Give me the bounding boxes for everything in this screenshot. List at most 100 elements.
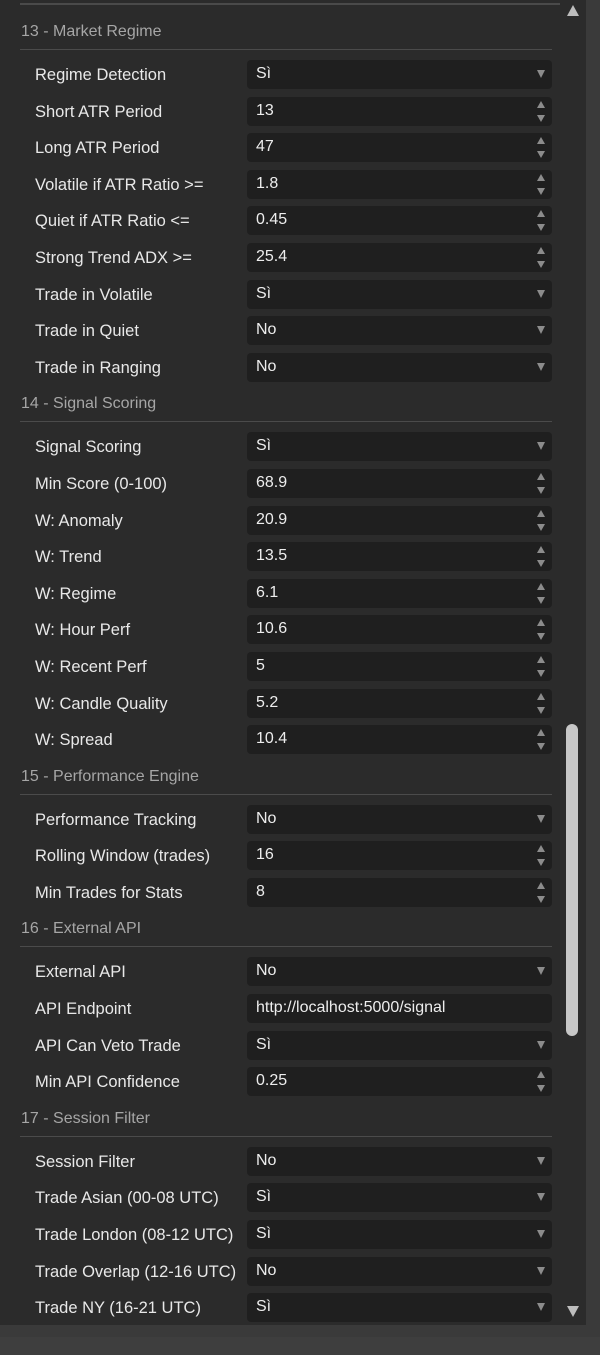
chevron-down-icon[interactable] bbox=[537, 1156, 545, 1165]
number-input[interactable]: 10.6 bbox=[247, 615, 552, 645]
number-input[interactable]: 20.9 bbox=[247, 505, 552, 535]
vertical-scrollbar[interactable] bbox=[560, 0, 586, 1325]
number-input[interactable]: 1.8 bbox=[247, 169, 552, 199]
chevron-down-icon[interactable] bbox=[537, 814, 545, 823]
spinner-arrows-icon[interactable] bbox=[537, 655, 546, 677]
select-field[interactable]: No bbox=[247, 352, 552, 382]
spin-up-icon[interactable] bbox=[537, 692, 545, 700]
spinner-arrows-icon[interactable] bbox=[537, 246, 546, 268]
spinner-arrows-icon[interactable] bbox=[537, 137, 546, 159]
chevron-down-icon[interactable] bbox=[537, 1230, 545, 1239]
spinner-arrows-icon[interactable] bbox=[537, 509, 546, 531]
setting-label: Strong Trend ADX >= bbox=[35, 248, 192, 267]
scrollbar-thumb[interactable] bbox=[566, 724, 578, 1036]
spin-down-icon[interactable] bbox=[537, 187, 545, 195]
chevron-down-icon[interactable] bbox=[537, 70, 545, 78]
spin-up-icon[interactable] bbox=[537, 619, 545, 627]
select-field[interactable]: Sì bbox=[247, 1183, 552, 1213]
spin-down-icon[interactable] bbox=[537, 114, 545, 122]
spin-up-icon[interactable] bbox=[537, 1071, 545, 1079]
spin-up-icon[interactable] bbox=[537, 729, 545, 737]
spin-down-icon[interactable] bbox=[537, 633, 545, 641]
number-input[interactable]: 0.45 bbox=[247, 206, 552, 236]
field-value: Sì bbox=[256, 65, 272, 82]
spin-up-icon[interactable] bbox=[537, 845, 545, 853]
number-input[interactable]: 13 bbox=[247, 96, 552, 126]
select-field[interactable]: Sì bbox=[247, 279, 552, 309]
number-input[interactable]: 25.4 bbox=[247, 242, 552, 272]
number-input[interactable]: 6.1 bbox=[247, 578, 552, 608]
spinner-arrows-icon[interactable] bbox=[537, 173, 546, 195]
scroll-up-arrow-icon[interactable] bbox=[567, 5, 579, 16]
chevron-down-icon[interactable] bbox=[537, 326, 545, 335]
field-value: No bbox=[256, 321, 277, 339]
select-field[interactable]: No bbox=[247, 316, 552, 346]
spinner-arrows-icon[interactable] bbox=[537, 881, 546, 903]
number-input[interactable]: 10.4 bbox=[247, 725, 552, 755]
spin-up-icon[interactable] bbox=[537, 137, 545, 145]
spin-down-icon[interactable] bbox=[537, 151, 545, 159]
number-input[interactable]: 68.9 bbox=[247, 468, 552, 498]
scroll-down-arrow-icon[interactable] bbox=[567, 1306, 579, 1317]
select-field[interactable]: Sì bbox=[247, 1030, 552, 1060]
number-input[interactable]: 5.2 bbox=[247, 688, 552, 718]
spin-up-icon[interactable] bbox=[537, 546, 545, 554]
spinner-arrows-icon[interactable] bbox=[537, 582, 546, 604]
select-field[interactable]: Sì bbox=[247, 432, 552, 462]
spin-down-icon[interactable] bbox=[537, 260, 545, 268]
number-input[interactable]: 8 bbox=[247, 877, 552, 907]
spin-down-icon[interactable] bbox=[537, 1085, 545, 1093]
spin-down-icon[interactable] bbox=[537, 743, 545, 751]
chevron-down-icon[interactable] bbox=[537, 967, 545, 976]
chevron-down-icon[interactable] bbox=[537, 442, 545, 451]
spinner-arrows-icon[interactable] bbox=[537, 1071, 546, 1093]
spin-down-icon[interactable] bbox=[537, 895, 545, 903]
spin-up-icon[interactable] bbox=[537, 100, 545, 108]
spin-down-icon[interactable] bbox=[537, 523, 545, 531]
number-input[interactable]: 0.25 bbox=[247, 1067, 552, 1097]
spinner-arrows-icon[interactable] bbox=[537, 692, 546, 714]
spin-up-icon[interactable] bbox=[537, 881, 545, 889]
select-field[interactable]: No bbox=[247, 804, 552, 834]
spin-down-icon[interactable] bbox=[537, 560, 545, 568]
spin-up-icon[interactable] bbox=[537, 655, 545, 663]
spin-up-icon[interactable] bbox=[537, 246, 545, 254]
select-field[interactable]: Sì bbox=[247, 1220, 552, 1250]
select-field[interactable]: Sì bbox=[247, 1293, 552, 1323]
chevron-down-icon[interactable] bbox=[537, 362, 545, 371]
select-field[interactable]: No bbox=[247, 957, 552, 987]
number-input[interactable]: 47 bbox=[247, 133, 552, 163]
section-header: 15 - Performance Engine bbox=[20, 759, 552, 795]
select-field[interactable]: No bbox=[247, 1256, 552, 1286]
spinner-arrows-icon[interactable] bbox=[537, 845, 546, 867]
spin-down-icon[interactable] bbox=[537, 596, 545, 604]
spin-down-icon[interactable] bbox=[537, 669, 545, 677]
setting-label: Min Trades for Stats bbox=[35, 883, 183, 902]
number-input[interactable]: 5 bbox=[247, 651, 552, 681]
spin-down-icon[interactable] bbox=[537, 486, 545, 494]
spin-up-icon[interactable] bbox=[537, 210, 545, 218]
chevron-down-icon[interactable] bbox=[537, 1303, 545, 1312]
spin-up-icon[interactable] bbox=[537, 582, 545, 590]
spin-up-icon[interactable] bbox=[537, 509, 545, 517]
spin-down-icon[interactable] bbox=[537, 224, 545, 232]
spinner-arrows-icon[interactable] bbox=[537, 619, 546, 641]
spin-down-icon[interactable] bbox=[537, 706, 545, 714]
chevron-down-icon[interactable] bbox=[537, 1266, 545, 1275]
chevron-down-icon[interactable] bbox=[537, 1193, 545, 1202]
select-field[interactable]: No bbox=[247, 1146, 552, 1176]
chevron-down-icon[interactable] bbox=[537, 1040, 545, 1049]
select-field[interactable]: Sì bbox=[247, 60, 552, 89]
number-input[interactable]: 16 bbox=[247, 841, 552, 871]
spinner-arrows-icon[interactable] bbox=[537, 729, 546, 751]
number-input[interactable]: 13.5 bbox=[247, 542, 552, 572]
spin-down-icon[interactable] bbox=[537, 859, 545, 867]
spinner-arrows-icon[interactable] bbox=[537, 472, 546, 494]
text-input[interactable]: http://localhost:5000/signal bbox=[247, 994, 552, 1024]
spinner-arrows-icon[interactable] bbox=[537, 210, 546, 232]
spinner-arrows-icon[interactable] bbox=[537, 100, 546, 122]
spin-up-icon[interactable] bbox=[537, 472, 545, 480]
chevron-down-icon[interactable] bbox=[537, 289, 545, 298]
spin-up-icon[interactable] bbox=[537, 173, 545, 181]
spinner-arrows-icon[interactable] bbox=[537, 546, 546, 568]
